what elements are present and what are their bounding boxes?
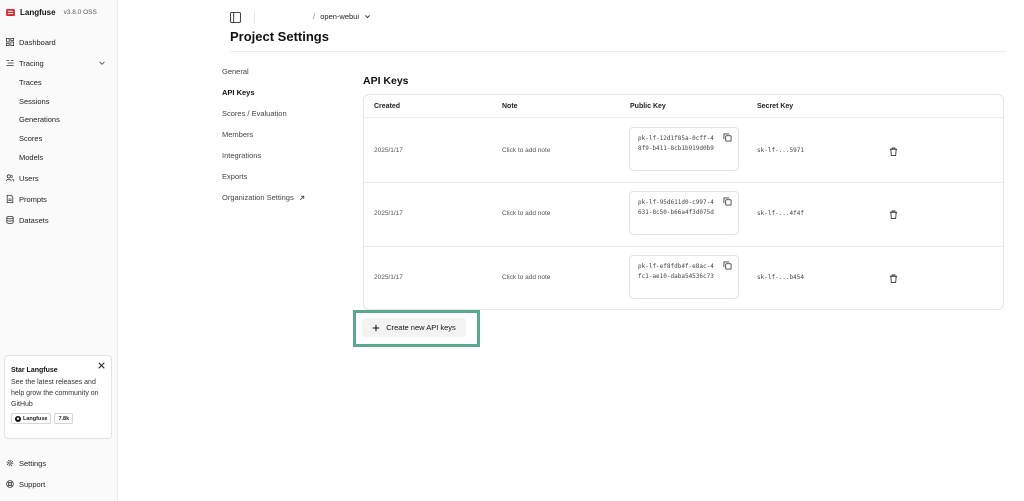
trash-icon[interactable] [889, 210, 898, 219]
breadcrumb[interactable]: / open-webui [313, 12, 371, 21]
brand-name: Langfuse [20, 8, 56, 17]
star-card-title: Star Langfuse [11, 367, 58, 374]
created-cell: 2025/1/17 [374, 147, 403, 154]
settings-nav-organization[interactable]: Organization Settings [222, 193, 305, 202]
column-header-created: Created [374, 103, 401, 110]
note-cell[interactable]: Click to add note [502, 274, 550, 281]
create-api-keys-label: Create new API keys [386, 323, 456, 332]
create-api-keys-button[interactable]: Create new API keys [362, 318, 466, 337]
chevron-down-icon[interactable] [364, 13, 371, 20]
github-badge-label: Langfuse [23, 415, 48, 422]
header-divider [364, 117, 1003, 118]
breadcrumb-separator: / [313, 12, 316, 21]
trash-icon[interactable] [889, 274, 898, 283]
chevron-down-icon[interactable] [98, 59, 106, 67]
copy-icon[interactable] [723, 133, 732, 142]
settings-nav-members[interactable]: Members [222, 130, 253, 139]
column-header-note: Note [502, 103, 518, 110]
sidebar-item-traces[interactable]: Traces [19, 76, 42, 88]
tracing-icon [6, 60, 14, 66]
sidebar-item-label: Dashboard [19, 37, 56, 47]
settings-nav-label: Organization Settings [222, 193, 294, 202]
sidebar-item-tracing[interactable]: Tracing [6, 57, 110, 69]
api-keys-heading: API Keys [363, 75, 409, 87]
public-key-value: pk-lf-ef8fdb4f-e8ac-4fc1-ae10-daba54536c… [638, 263, 714, 280]
column-header-secret-key: Secret Key [757, 103, 794, 110]
header-divider [254, 12, 255, 23]
api-keys-table: Created Note Public Key Secret Key 2025/… [363, 94, 1004, 310]
sidebar-item-support[interactable]: Support [6, 478, 110, 490]
github-icon [15, 415, 21, 422]
created-cell: 2025/1/17 [374, 274, 403, 281]
public-key-box: pk-lf-95d611d0-c997-4631-8c50-b66a4f3d07… [629, 191, 739, 235]
settings-nav-integrations[interactable]: Integrations [222, 151, 261, 160]
sidebar-item-datasets[interactable]: Datasets [6, 214, 110, 226]
users-icon [6, 174, 14, 182]
file-text-icon [6, 195, 14, 203]
langfuse-logo-icon [6, 9, 15, 16]
github-badge[interactable]: Langfuse [11, 413, 52, 424]
sidebar-item-generations[interactable]: Generations [19, 113, 60, 125]
secret-key-value: sk-lf-...4f4f [757, 210, 804, 217]
sidebar-item-label: Support [19, 479, 46, 489]
sidebar-item-scores[interactable]: Scores [19, 132, 42, 144]
created-cell: 2025/1/17 [374, 210, 403, 217]
github-star-count[interactable]: 7.8k [54, 413, 74, 424]
settings-nav-general[interactable]: General [222, 67, 249, 76]
note-cell[interactable]: Click to add note [502, 210, 550, 217]
project-selector[interactable]: open-webui [320, 12, 359, 21]
column-header-public-key: Public Key [630, 103, 666, 110]
star-langfuse-card: Star Langfuse See the latest releases an… [4, 355, 112, 439]
settings-nav-scores-evaluation[interactable]: Scores / Evaluation [222, 109, 287, 118]
copy-icon[interactable] [723, 197, 732, 206]
secret-key-value: sk-lf-...5971 [757, 147, 804, 154]
settings-nav-exports[interactable]: Exports [222, 172, 247, 181]
copy-icon[interactable] [723, 261, 732, 270]
public-key-value: pk-lf-12d1f85a-0cff-48f9-b411-8cb1b919d0… [638, 135, 714, 152]
sidebar-item-prompts[interactable]: Prompts [6, 193, 110, 205]
plus-icon [372, 324, 380, 331]
dashboard-icon [6, 38, 14, 46]
toggle-sidebar-icon[interactable] [230, 12, 241, 23]
title-divider [230, 51, 1006, 52]
sidebar: Langfuse v3.8.0 OSS Dashboard Tracing Tr… [0, 0, 118, 501]
sidebar-item-settings[interactable]: Settings [6, 457, 110, 469]
sidebar-item-label: Prompts [19, 194, 47, 204]
sidebar-item-sessions[interactable]: Sessions [19, 95, 49, 107]
settings-nav-api-keys[interactable]: API Keys [222, 88, 255, 97]
row-divider [364, 246, 1003, 247]
star-card-text: See the latest releases and help grow th… [11, 379, 99, 408]
trash-icon[interactable] [889, 147, 898, 156]
sidebar-item-models[interactable]: Models [19, 151, 43, 163]
secret-key-value: sk-lf-...b454 [757, 274, 804, 281]
brand[interactable]: Langfuse v3.8.0 OSS [6, 8, 97, 17]
database-icon [6, 216, 14, 224]
sidebar-item-label: Tracing [19, 58, 44, 68]
external-link-icon [299, 195, 304, 200]
public-key-box: pk-lf-ef8fdb4f-e8ac-4fc1-ae10-daba54536c… [629, 255, 739, 299]
public-key-value: pk-lf-95d611d0-c997-4631-8c50-b66a4f3d07… [638, 199, 714, 216]
sidebar-item-dashboard[interactable]: Dashboard [6, 36, 110, 48]
gear-icon [6, 459, 14, 467]
public-key-box: pk-lf-12d1f85a-0cff-48f9-b411-8cb1b919d0… [629, 127, 739, 171]
sidebar-item-users[interactable]: Users [6, 172, 110, 184]
sidebar-item-label: Datasets [19, 215, 49, 225]
brand-version: v3.8.0 OSS [63, 9, 97, 16]
sidebar-item-label: Settings [19, 458, 47, 468]
close-icon[interactable] [98, 362, 105, 369]
github-badges[interactable]: Langfuse 7.8k [11, 413, 105, 424]
sidebar-item-label: Users [19, 173, 39, 183]
note-cell[interactable]: Click to add note [502, 147, 550, 154]
row-divider [364, 182, 1003, 183]
page-title: Project Settings [230, 29, 329, 44]
lifebuoy-icon [6, 480, 14, 488]
